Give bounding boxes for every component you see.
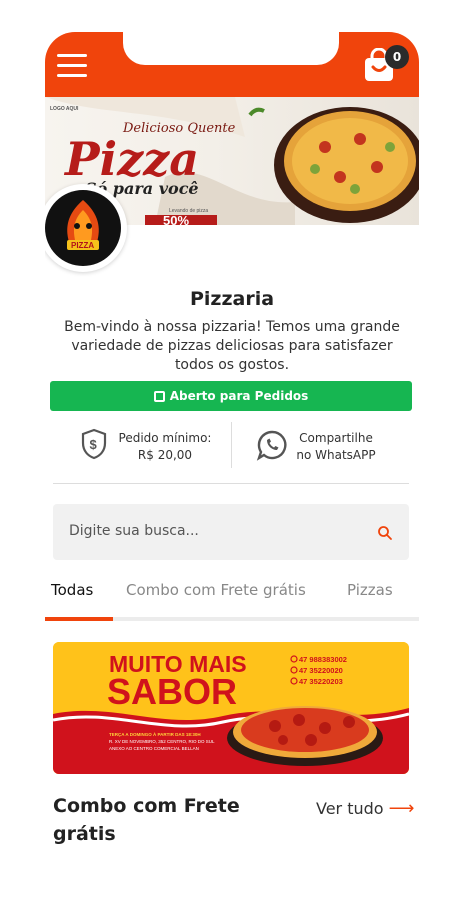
promo-phone-1: 47 988383002: [299, 655, 347, 664]
share-label[interactable]: Compartilhe: [291, 430, 381, 447]
section-title: Combo com Frete grátis: [53, 795, 240, 845]
app-screen: 0 LOGO AQUI Delicioso Quente Pizza Só pa…: [45, 32, 419, 898]
open-for-orders-label: Aberto para Pedidos: [169, 389, 309, 403]
tab-combo-frete-gratis[interactable]: Combo com Frete grátis: [126, 581, 306, 599]
share-sub-label[interactable]: no WhatsAPP: [291, 447, 381, 464]
logo-placeholder-text: LOGO AQUI: [50, 106, 79, 112]
store-name: Pizzaria: [189, 288, 275, 310]
search-bar[interactable]: Digite sua busca...: [53, 504, 409, 560]
tab-pizzas[interactable]: Pizzas: [347, 581, 393, 599]
store-description: Bem-vindo à nossa pizzaria! Temos uma gr…: [64, 319, 400, 373]
promo-phone-2: 47 35220020: [299, 666, 343, 675]
promo-address-2: ANEXO AO CENTRO COMERCIAL BELLAN: [109, 746, 199, 751]
promo-banner[interactable]: MUITO MAIS SABOR 47 988383002 47 3522002…: [53, 642, 409, 774]
see-all-label[interactable]: Ver tudo: [316, 799, 384, 818]
min-order-label: Pedido mínimo:: [118, 431, 212, 445]
store-icon: [153, 391, 165, 402]
dollar-shield-icon: $: [81, 428, 107, 460]
promo-banner-image: MUITO MAIS SABOR 47 988383002 47 3522002…: [53, 642, 409, 774]
open-for-orders-button[interactable]: Aberto para Pedidos: [50, 381, 412, 411]
see-all-link[interactable]: Ver tudo ⟶: [316, 798, 414, 819]
whatsapp-icon[interactable]: [256, 429, 288, 461]
promo-address-1: R. XV DE NOVEMBRO, 352 CENTRO, RIO DO SU…: [109, 739, 215, 744]
min-order-value: R$ 20,00: [137, 448, 193, 462]
store-logo: PIZZA: [45, 190, 121, 266]
promo-line2: SABOR: [107, 671, 237, 712]
store-info-row: $ Pedido mínimo: R$ 20,00 Compartilhe no…: [45, 422, 419, 484]
promo-hours: TERÇA A DOMINGO À PARTIR DAS 18:30H: [109, 731, 201, 737]
store-logo-frame: PIZZA: [45, 184, 127, 272]
banner-main-headline: Pizza: [63, 132, 199, 186]
active-tab-indicator: [45, 617, 113, 621]
svg-text:$: $: [90, 437, 98, 452]
top-bar: 0: [45, 32, 419, 97]
cart-count-badge: 0: [385, 45, 409, 69]
tab-todas[interactable]: Todas: [51, 581, 93, 599]
category-tabs: Todas Combo com Frete grátis Pizzas: [45, 578, 419, 622]
info-divider: [231, 422, 232, 468]
promo-phone-3: 47 35220203: [299, 677, 343, 686]
info-separator: [53, 483, 409, 484]
device-notch: [123, 32, 339, 65]
store-logo-text: PIZZA: [71, 241, 94, 250]
hamburger-menu-icon[interactable]: [57, 54, 87, 78]
arrow-right-icon[interactable]: ⟶: [389, 798, 415, 819]
search-input[interactable]: Digite sua busca...: [69, 523, 199, 539]
banner-promo-value: 50%: [163, 213, 189, 225]
search-icon[interactable]: [377, 525, 393, 541]
